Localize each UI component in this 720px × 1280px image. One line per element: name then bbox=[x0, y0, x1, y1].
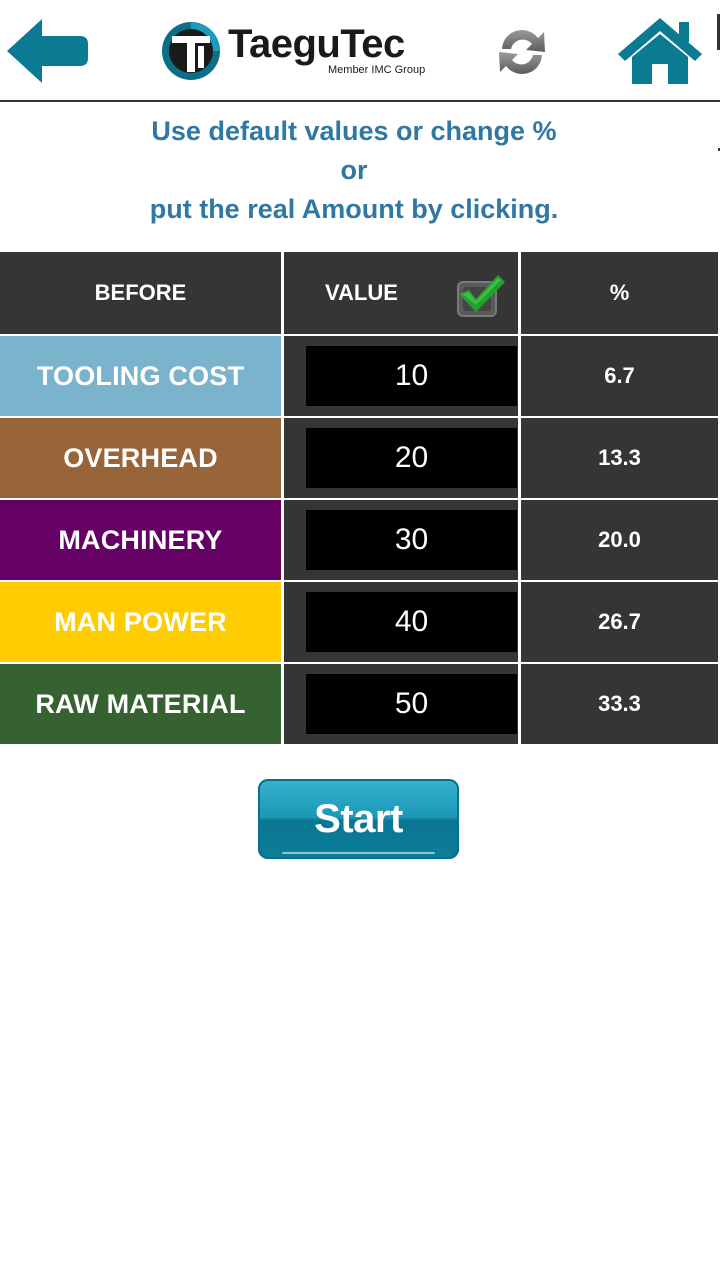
taegutec-logo-mark bbox=[162, 22, 220, 80]
cost-table: BEFORE VALUE % TOOLING COST 10 6.7 OVERH… bbox=[0, 252, 718, 746]
table-row: TOOLING COST 10 6.7 bbox=[0, 336, 718, 418]
table-header-row: BEFORE VALUE % bbox=[0, 252, 718, 336]
percent-cell[interactable]: 6.7 bbox=[521, 336, 718, 416]
category-label: MACHINERY bbox=[0, 500, 281, 580]
checkmark-icon bbox=[457, 275, 505, 317]
refresh-button[interactable] bbox=[492, 22, 552, 82]
value-cell: 40 bbox=[284, 582, 518, 662]
value-input[interactable]: 10 bbox=[306, 346, 517, 406]
instructions-text: Use default values or change % or put th… bbox=[0, 112, 708, 229]
back-button[interactable] bbox=[4, 16, 90, 86]
value-cell: 50 bbox=[284, 664, 518, 744]
value-input[interactable]: 50 bbox=[306, 674, 517, 734]
header-value-label: VALUE bbox=[325, 280, 398, 305]
home-icon bbox=[618, 18, 702, 84]
table-row: MACHINERY 30 20.0 bbox=[0, 500, 718, 582]
instruction-line: or bbox=[340, 155, 368, 185]
arrow-left-icon bbox=[7, 19, 88, 83]
value-input[interactable]: 20 bbox=[306, 428, 517, 488]
value-cell: 10 bbox=[284, 336, 518, 416]
category-label: MAN POWER bbox=[0, 582, 281, 662]
category-label: TOOLING COST bbox=[0, 336, 281, 416]
home-button[interactable] bbox=[616, 14, 704, 86]
percent-cell[interactable]: 33.3 bbox=[521, 664, 718, 744]
value-input[interactable]: 30 bbox=[306, 510, 517, 570]
value-checkbox[interactable] bbox=[454, 272, 506, 320]
header-before: BEFORE bbox=[0, 252, 281, 334]
app-header: TaeguTec Member IMC Group bbox=[0, 0, 720, 102]
table-row: RAW MATERIAL 50 33.3 bbox=[0, 664, 718, 746]
percent-cell[interactable]: 20.0 bbox=[521, 500, 718, 580]
refresh-icon bbox=[499, 29, 545, 75]
instruction-line: Use default values or change % bbox=[151, 116, 557, 146]
table-row: MAN POWER 40 26.7 bbox=[0, 582, 718, 664]
start-button[interactable]: Start bbox=[258, 779, 459, 859]
brand-tagline: Member IMC Group bbox=[328, 64, 426, 76]
header-value: VALUE bbox=[284, 252, 518, 334]
instruction-line: put the real Amount by clicking. bbox=[149, 194, 559, 224]
value-cell: 30 bbox=[284, 500, 518, 580]
brand-name: TaeguTec bbox=[228, 22, 405, 66]
taegutec-logo: TaeguTec Member IMC Group bbox=[160, 18, 426, 84]
percent-cell[interactable]: 26.7 bbox=[521, 582, 718, 662]
percent-cell[interactable]: 13.3 bbox=[521, 418, 718, 498]
category-label: RAW MATERIAL bbox=[0, 664, 281, 744]
value-input[interactable]: 40 bbox=[306, 592, 517, 652]
header-percent: % bbox=[521, 252, 718, 334]
screen: TaeguTec Member IMC Group Use default va… bbox=[0, 0, 720, 1280]
value-cell: 20 bbox=[284, 418, 518, 498]
category-label: OVERHEAD bbox=[0, 418, 281, 498]
table-row: OVERHEAD 20 13.3 bbox=[0, 418, 718, 500]
